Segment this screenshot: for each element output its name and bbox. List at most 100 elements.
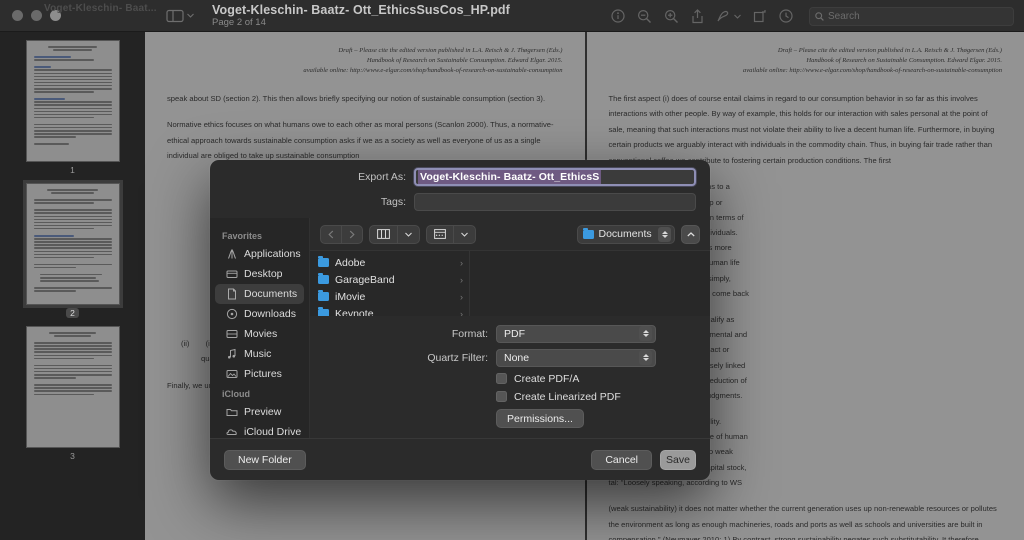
info-icon[interactable]: [611, 9, 625, 23]
group-dropdown-button[interactable]: [454, 226, 475, 243]
export-save-dialog[interactable]: Export As: Voget-Kleschin- Baatz- Ott_Et…: [210, 160, 710, 480]
permissions-wrap: Permissions...: [310, 409, 696, 429]
annotate-icon[interactable]: [779, 9, 793, 23]
sidebar-item-music[interactable]: Music: [215, 344, 304, 364]
document-icon: [226, 288, 238, 300]
location-stepper[interactable]: [658, 227, 671, 242]
save-button[interactable]: Save: [660, 450, 696, 470]
chevron-right-icon: [349, 230, 355, 239]
file-browser[interactable]: Adobe › GarageBand › iMovie ›: [310, 250, 710, 316]
back-button[interactable]: [321, 226, 342, 243]
thumbnail-page-2[interactable]: 2: [0, 183, 145, 318]
expand-button[interactable]: [681, 225, 700, 244]
sidebar-section-favorites: Favorites: [210, 231, 309, 244]
folder-icon: [318, 275, 329, 284]
export-as-input[interactable]: Voget-Kleschin- Baatz- Ott_EthicsS: [414, 168, 696, 186]
search-icon: [815, 12, 824, 21]
folder-icon: [226, 406, 238, 418]
share-icon[interactable]: [691, 9, 704, 24]
format-label: Format:: [310, 328, 488, 340]
list-item[interactable]: iMovie ›: [310, 288, 469, 305]
sidebar-item-icloud-drive[interactable]: iCloud Drive: [215, 422, 304, 438]
sidebar-item-label: Downloads: [244, 308, 296, 320]
sidebar-item-applications[interactable]: Applications: [215, 244, 304, 264]
sidebar-item-label: Pictures: [244, 368, 282, 380]
create-pdfa-checkbox[interactable]: [496, 373, 507, 384]
chevron-down-icon[interactable]: [734, 14, 741, 19]
list-item[interactable]: Adobe ›: [310, 254, 469, 271]
sidebar-item-label: Preview: [244, 406, 281, 418]
dialog-sidebar[interactable]: Favorites Applications Desktop Documents…: [210, 218, 310, 438]
arrow-down-icon: [662, 235, 668, 238]
thumbnail-page-number: 1: [66, 165, 79, 175]
chevron-down-icon[interactable]: [187, 13, 194, 18]
create-linearized-checkbox[interactable]: [496, 391, 507, 402]
sidebar-item-label: Music: [244, 348, 271, 360]
column-view-button[interactable]: [370, 226, 398, 243]
cancel-button[interactable]: Cancel: [591, 450, 652, 470]
header-line-2: Handbook of Research on Sustainable Cons…: [167, 56, 563, 66]
location-popup[interactable]: Documents: [577, 225, 676, 244]
group-by-group[interactable]: [426, 225, 476, 244]
rotate-icon[interactable]: [753, 9, 767, 23]
list-item[interactable]: GarageBand ›: [310, 271, 469, 288]
list-item[interactable]: Keynote ›: [310, 305, 469, 316]
format-stepper[interactable]: [639, 326, 652, 341]
thumbnail-page-3[interactable]: 3: [0, 326, 145, 461]
view-mode-group[interactable]: [369, 225, 420, 244]
sidebar-item-documents[interactable]: Documents: [215, 284, 304, 304]
file-column-1[interactable]: Adobe › GarageBand › iMovie ›: [310, 251, 470, 316]
sidebar-toggle-icon[interactable]: [166, 9, 184, 23]
page-title: Voget-Kleschin- Baatz- Ott_EthicsSusCos_…: [212, 3, 510, 17]
group-by-icon: [434, 229, 446, 239]
list-marker: (ii): [181, 339, 189, 348]
thumbnail-page-number: 2: [66, 308, 79, 318]
permissions-button[interactable]: Permissions...: [496, 409, 584, 428]
zoom-in-icon[interactable]: [664, 9, 679, 24]
minimize-button[interactable]: [31, 10, 42, 21]
chevron-right-icon: ›: [460, 309, 463, 316]
sidebar-item-desktop[interactable]: Desktop: [215, 264, 304, 284]
zoom-out-icon[interactable]: [637, 9, 652, 24]
quartz-filter-label: Quartz Filter:: [310, 352, 488, 364]
paragraph: Normative ethics focuses on what humans …: [167, 117, 563, 164]
view-dropdown-button[interactable]: [398, 226, 419, 243]
thumbnail-sidebar[interactable]: 1: [0, 32, 145, 540]
search-placeholder: Search: [828, 11, 860, 22]
paragraph: (weak sustainability) it does not matter…: [609, 501, 1003, 540]
new-folder-button[interactable]: New Folder: [224, 450, 306, 470]
forward-button[interactable]: [342, 226, 362, 243]
create-linearized-row[interactable]: Create Linearized PDF: [310, 391, 696, 403]
thumbnail-page-1[interactable]: 1: [0, 40, 145, 175]
sidebar-item-label: Movies: [244, 328, 277, 340]
header-line-3: available online: http://www.e-elgar.com…: [609, 66, 1003, 76]
header-line-3: available online: http://www.e-elgar.com…: [167, 66, 563, 76]
create-pdfa-row[interactable]: Create PDF/A: [310, 373, 696, 385]
sidebar-item-downloads[interactable]: Downloads: [215, 304, 304, 324]
cloud-icon: [226, 426, 238, 438]
sidebar-item-label: iCloud Drive: [244, 426, 301, 438]
create-pdfa-label: Create PDF/A: [514, 373, 579, 385]
tags-input[interactable]: [414, 193, 696, 211]
file-column-2[interactable]: [470, 251, 710, 316]
search-input[interactable]: Search: [809, 7, 1014, 26]
thumbnail-page-number: 3: [66, 451, 79, 461]
group-by-button[interactable]: [427, 226, 454, 243]
chevron-right-icon: ›: [460, 292, 463, 302]
sidebar-item-label: Applications: [244, 248, 301, 260]
export-options: Format: PDF Quartz Filter: None: [310, 316, 710, 439]
close-button[interactable]: [12, 10, 23, 21]
nav-back-forward[interactable]: [320, 225, 363, 244]
sidebar-item-pictures[interactable]: Pictures: [215, 364, 304, 384]
header-line-1: Draft – Please cite the edited version p…: [609, 46, 1003, 56]
quartz-stepper[interactable]: [639, 350, 652, 365]
tags-label: Tags:: [320, 196, 406, 208]
arrow-up-icon: [662, 231, 668, 234]
quartz-filter-select[interactable]: None: [496, 349, 656, 367]
markup-pen-icon[interactable]: [716, 9, 730, 23]
sidebar-item-preview[interactable]: Preview: [215, 402, 304, 422]
sidebar-item-movies[interactable]: Movies: [215, 324, 304, 344]
chevron-down-icon: [461, 232, 468, 237]
sidebar-toggle-group[interactable]: [166, 9, 194, 23]
format-select[interactable]: PDF: [496, 325, 656, 343]
